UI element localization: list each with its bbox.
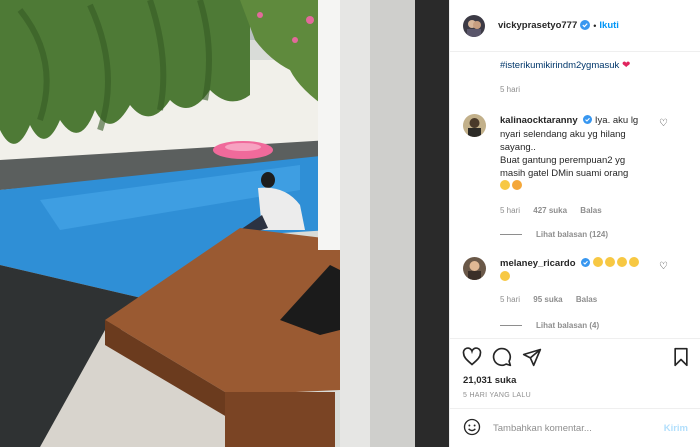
comment-line: nyari selendang aku yg hilang: [500, 129, 626, 140]
comment-text: melaney_ricardo: [500, 257, 685, 284]
caption-time: 5 hari: [500, 85, 521, 94]
photo-scene: [0, 0, 449, 447]
post-photo[interactable]: [0, 0, 449, 447]
laughing-emoji-icon: [616, 257, 627, 267]
reply-button[interactable]: Balas: [576, 295, 597, 304]
caption-hashtag[interactable]: #isterikumikirindm2ygmasuk: [500, 60, 619, 71]
author-avatar[interactable]: [463, 14, 485, 37]
laughing-emoji-icon: [604, 257, 615, 267]
comment-time: 5 hari: [500, 206, 521, 215]
post-sidebar: vickyprasetyo777 • Ikuti #isterikumikiri…: [449, 0, 700, 447]
posted-time: 5 HARI YANG LALU: [463, 392, 531, 399]
laughing-emoji-icon: [500, 271, 510, 281]
view-replies-label: Lihat balasan (124): [536, 230, 609, 239]
like-heart-icon[interactable]: [462, 347, 482, 367]
header-separator: •: [593, 20, 597, 31]
comment-item: kalinaocktaranny Iya. aku lg nyari selen…: [463, 114, 688, 244]
caption-text: #isterikumikirindm2ygmasuk ❤: [500, 60, 630, 71]
comments-list: #isterikumikirindm2ygmasuk ❤ 5 hari kali…: [450, 52, 700, 338]
author-username[interactable]: vickyprasetyo777: [498, 20, 577, 31]
share-paper-plane-icon[interactable]: [522, 347, 542, 367]
view-replies-button[interactable]: Lihat balasan (4): [500, 321, 599, 330]
emoji-smiley-icon[interactable]: [463, 418, 481, 438]
post-header: vickyprasetyo777 • Ikuti: [450, 0, 700, 52]
comment-input[interactable]: [493, 422, 664, 434]
laughing-emoji-icon: [628, 257, 639, 267]
commenter-avatar[interactable]: [463, 257, 486, 280]
comment-likes[interactable]: 95 suka: [533, 295, 562, 304]
comment-username[interactable]: melaney_ricardo: [500, 258, 576, 269]
comment-time: 5 hari: [500, 295, 521, 304]
comment-like-heart-icon[interactable]: ♡: [659, 261, 668, 272]
comment-like-heart-icon[interactable]: ♡: [659, 118, 668, 129]
view-replies-button[interactable]: Lihat balasan (124): [500, 230, 608, 239]
comment-line: Buat gantung perempuan2 yg: [500, 155, 626, 166]
verified-badge-icon: [583, 115, 593, 128]
red-heart-emoji-icon: ❤: [621, 60, 631, 71]
comment-line: sayang..: [500, 142, 536, 153]
save-bookmark-icon[interactable]: [671, 347, 691, 367]
comment-item: melaney_ricardo ♡ 5 hari 95 suka Balas: [463, 257, 688, 317]
comment-line: Iya. aku lg: [594, 115, 639, 126]
comment-username[interactable]: kalinaocktaranny: [500, 115, 578, 126]
like-count[interactable]: 21,031 suka: [463, 375, 516, 386]
replies-divider-line: [500, 234, 522, 236]
laughing-emoji-icon: [592, 257, 603, 267]
comment-meta: 5 hari 427 suka Balas: [500, 206, 613, 215]
worried-face-emoji-icon: [500, 180, 510, 190]
post-comment-button[interactable]: Kirim: [664, 423, 688, 434]
follow-button[interactable]: Ikuti: [599, 20, 619, 31]
comment-line: masih gatel DMin suami orang: [500, 168, 629, 179]
comment-bubble-icon[interactable]: [492, 347, 512, 367]
commenter-avatar[interactable]: [463, 114, 486, 137]
verified-badge-icon: [581, 258, 591, 271]
view-replies-label: Lihat balasan (4): [536, 321, 600, 330]
comment-likes[interactable]: 427 suka: [533, 206, 567, 215]
add-comment-bar: Kirim: [450, 408, 700, 447]
comment-text: kalinaocktaranny Iya. aku lg nyari selen…: [500, 114, 660, 193]
reply-button[interactable]: Balas: [580, 206, 601, 215]
tired-face-emoji-icon: [512, 180, 522, 190]
verified-badge-icon: [580, 19, 591, 32]
comment-meta: 5 hari 95 suka Balas: [500, 295, 608, 304]
replies-divider-line: [500, 325, 522, 327]
